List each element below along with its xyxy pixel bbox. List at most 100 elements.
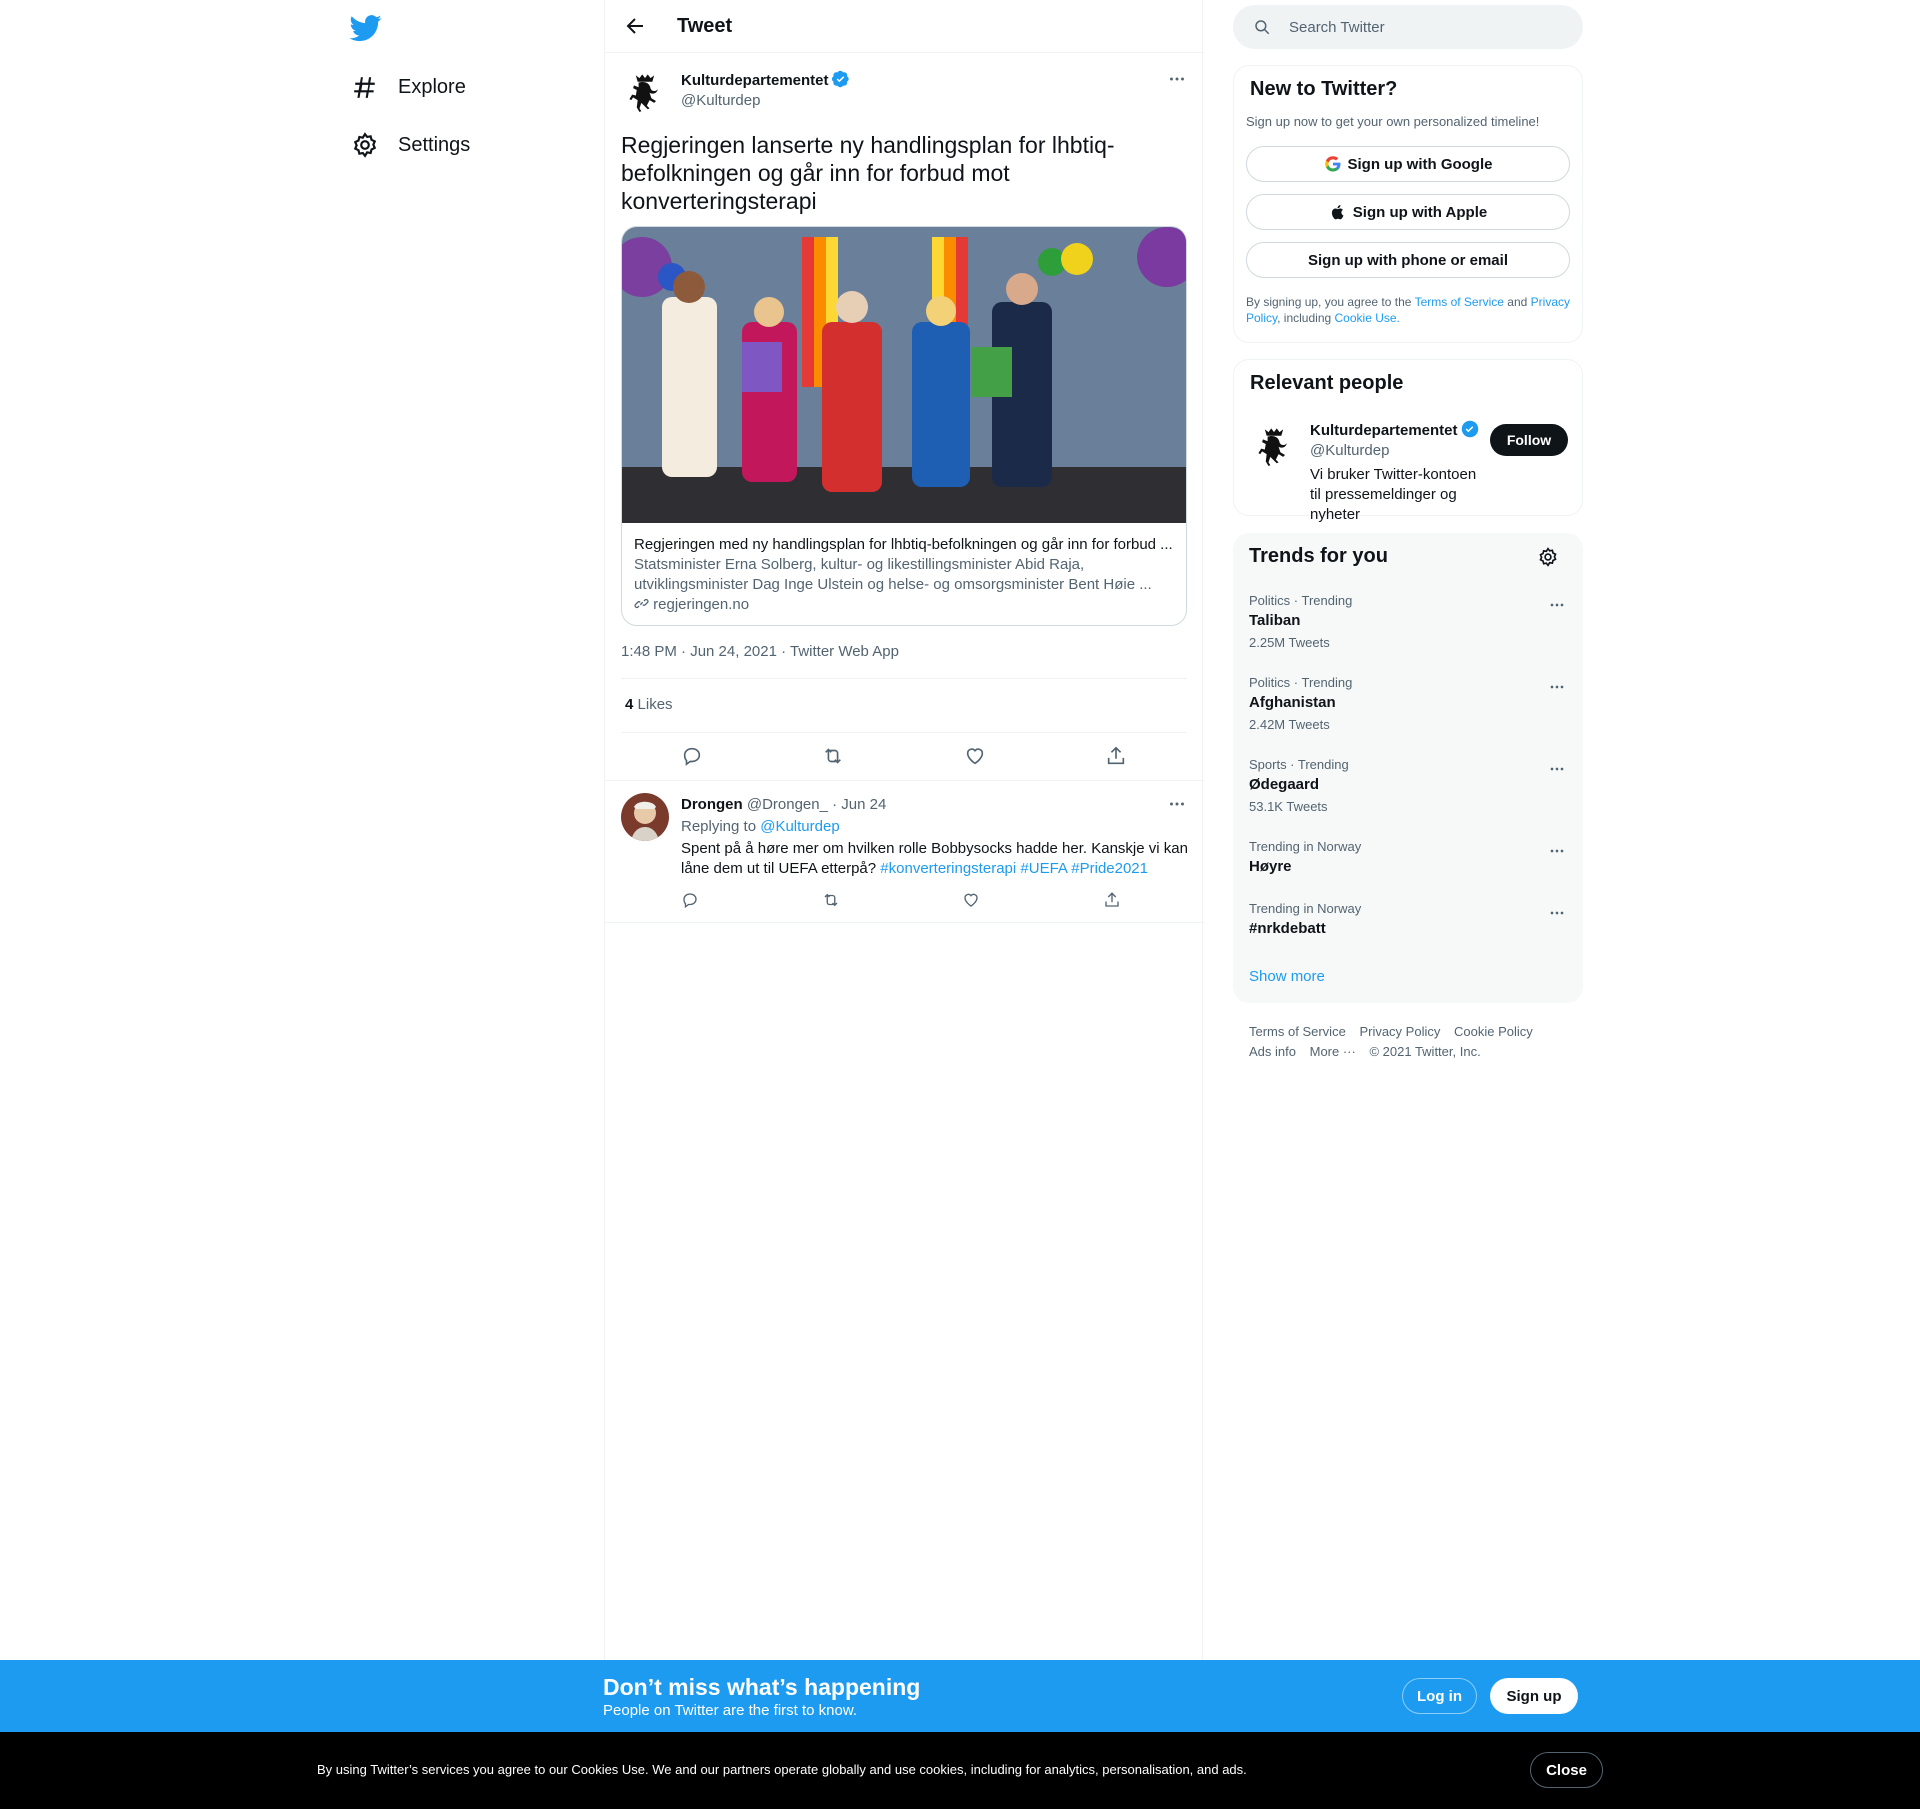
footer-links: Terms of Service Privacy Policy Cookie P…: [1249, 1022, 1579, 1062]
signup-title: New to Twitter?: [1250, 78, 1398, 100]
login-button[interactable]: Log in: [1402, 1678, 1477, 1714]
share-icon[interactable]: [1103, 891, 1121, 909]
relevant-people-title: Relevant people: [1250, 372, 1404, 394]
more-options-icon[interactable]: [1547, 677, 1567, 697]
nav-explore[interactable]: Explore: [352, 67, 466, 107]
google-icon: [1324, 156, 1340, 172]
verified-badge-icon: [831, 70, 849, 88]
reply-date[interactable]: · Jun 24: [832, 796, 886, 813]
relevant-bio: Vi bruker Twitter-kontoen til pressemeld…: [1310, 466, 1477, 523]
signup-google-button[interactable]: Sign up with Google: [1246, 146, 1570, 182]
reply-author-handle[interactable]: @Drongen_: [747, 796, 828, 813]
search-input[interactable]: [1289, 18, 1549, 36]
footer-more-link[interactable]: More ···: [1310, 1044, 1356, 1059]
divider: [621, 732, 1187, 733]
like-icon[interactable]: [962, 891, 980, 909]
more-options-icon[interactable]: [1166, 793, 1188, 815]
twitter-logo[interactable]: [349, 12, 382, 44]
lion-crest-icon: [1258, 428, 1287, 466]
search-icon: [1255, 20, 1270, 35]
back-arrow-icon[interactable]: [623, 14, 647, 38]
more-options-icon[interactable]: [1166, 68, 1188, 90]
trend-item[interactable]: Politics · Trending Afghanistan 2.42M Tw…: [1249, 675, 1567, 733]
card-domain: regjeringen.no: [653, 596, 750, 613]
verified-badge-icon: [1461, 420, 1478, 438]
search-box[interactable]: [1233, 5, 1583, 49]
footer-terms-link[interactable]: Terms of Service: [1249, 1024, 1346, 1039]
twitter-bird-icon: [349, 15, 382, 42]
link-card[interactable]: Regjeringen med ny handlingsplan for lhb…: [621, 226, 1187, 626]
author-name[interactable]: Kulturdepartementet: [681, 72, 829, 89]
reply-icon[interactable]: [681, 745, 703, 767]
card-photo: [622, 227, 1186, 523]
likes-stat[interactable]: 4 Likes: [625, 696, 673, 713]
terms-link[interactable]: Terms of Service: [1415, 295, 1504, 309]
reply-text-block: Spent på å høre mer om hvilken rolle Bob…: [681, 839, 1191, 879]
trend-item[interactable]: Sports · Trending Ødegaard 53.1K Tweets: [1249, 757, 1567, 815]
login-banner: Don’t miss what’s happening People on Tw…: [0, 1660, 1920, 1732]
card-title: Regjeringen med ny handlingsplan for lhb…: [634, 536, 1173, 553]
signup-phone-email-button[interactable]: Sign up with phone or email: [1246, 242, 1570, 278]
follow-button[interactable]: Follow: [1490, 424, 1568, 456]
relevant-avatar[interactable]: [1250, 420, 1298, 468]
cookie-link[interactable]: Cookie Use.: [1335, 311, 1400, 325]
share-icon[interactable]: [1105, 745, 1127, 767]
reply-tweet[interactable]: Drongen @Drongen_ · Jun 24 Replying to @…: [605, 780, 1204, 923]
signup-button[interactable]: Sign up: [1490, 1678, 1578, 1714]
reply-actions: [681, 891, 1121, 909]
trend-name: Høyre: [1249, 858, 1292, 875]
replying-prefix: Replying to: [681, 818, 757, 835]
replying-to-link[interactable]: @Kulturdep: [760, 818, 839, 835]
trend-item[interactable]: Politics · Trending Taliban 2.25M Tweets: [1249, 593, 1567, 651]
trend-item[interactable]: Trending in Norway #nrkdebatt: [1249, 901, 1567, 939]
footer-cookie-link[interactable]: Cookie Policy: [1454, 1024, 1533, 1039]
trend-meta: Trending in Norway: [1249, 839, 1362, 854]
signup-panel: New to Twitter? Sign up now to get your …: [1233, 65, 1583, 343]
more-options-icon[interactable]: [1547, 595, 1567, 615]
signup-phone-label: Sign up with phone or email: [1307, 251, 1508, 269]
footer-ads-link[interactable]: Ads info: [1249, 1044, 1296, 1059]
trend-item[interactable]: Trending in Norway Høyre: [1249, 839, 1567, 877]
relevant-name[interactable]: Kulturdepartementet: [1310, 422, 1458, 439]
trend-name: Taliban: [1249, 612, 1301, 629]
like-icon[interactable]: [964, 745, 986, 767]
trend-name: #nrkdebatt: [1249, 920, 1326, 937]
retweet-icon[interactable]: [822, 745, 844, 767]
trends-title: Trends for you: [1249, 545, 1388, 567]
likes-count: 4: [625, 696, 634, 713]
signup-apple-button[interactable]: Sign up with Apple: [1246, 194, 1570, 230]
card-description: Statsminister Erna Solberg, kultur- og l…: [634, 556, 1152, 593]
reply-author-name[interactable]: Drongen: [681, 796, 743, 813]
footer-privacy-link[interactable]: Privacy Policy: [1359, 1024, 1440, 1039]
retweet-icon[interactable]: [822, 891, 840, 909]
divider: [621, 678, 1187, 679]
show-more-link[interactable]: Show more: [1249, 968, 1325, 985]
nav-explore-label: Explore: [398, 75, 466, 98]
tweet-actions: [621, 745, 1187, 767]
more-options-icon[interactable]: [1547, 759, 1567, 779]
signup-apple-label: Sign up with Apple: [1352, 203, 1488, 221]
hashtag-link[interactable]: #UEFA: [1020, 860, 1067, 877]
tweet-timestamp[interactable]: 1:48 PM · Jun 24, 2021 · Twitter Web App: [621, 643, 899, 660]
author-handle[interactable]: @Kulturdep: [681, 91, 850, 111]
nav-settings[interactable]: Settings: [352, 125, 470, 165]
nav-settings-label: Settings: [398, 133, 471, 156]
hashtag-link[interactable]: #Pride2021: [1071, 860, 1148, 877]
likes-label: Likes: [637, 696, 673, 713]
author-avatar[interactable]: [621, 66, 669, 114]
tweet-header: Tweet: [605, 0, 1204, 53]
link-icon: [634, 598, 649, 609]
trends-settings-icon[interactable]: [1538, 547, 1558, 567]
apple-icon: [1331, 204, 1344, 220]
more-options-icon[interactable]: [1547, 841, 1567, 861]
more-options-icon[interactable]: [1547, 903, 1567, 923]
reply-avatar[interactable]: [621, 793, 669, 841]
relevant-people-panel: Relevant people Kulturdepartementet @Kul…: [1233, 359, 1583, 523]
cookie-close-button[interactable]: Close: [1530, 1752, 1603, 1788]
reply-icon[interactable]: [681, 891, 699, 909]
hashtag-link[interactable]: #konverteringsterapi: [880, 860, 1016, 877]
relevant-handle[interactable]: @Kulturdep: [1310, 441, 1486, 461]
trend-meta: Sports · Trending: [1249, 757, 1349, 772]
footer-copyright: © 2021 Twitter, Inc.: [1369, 1044, 1481, 1059]
signup-subtitle: Sign up now to get your own personalized…: [1246, 114, 1540, 129]
